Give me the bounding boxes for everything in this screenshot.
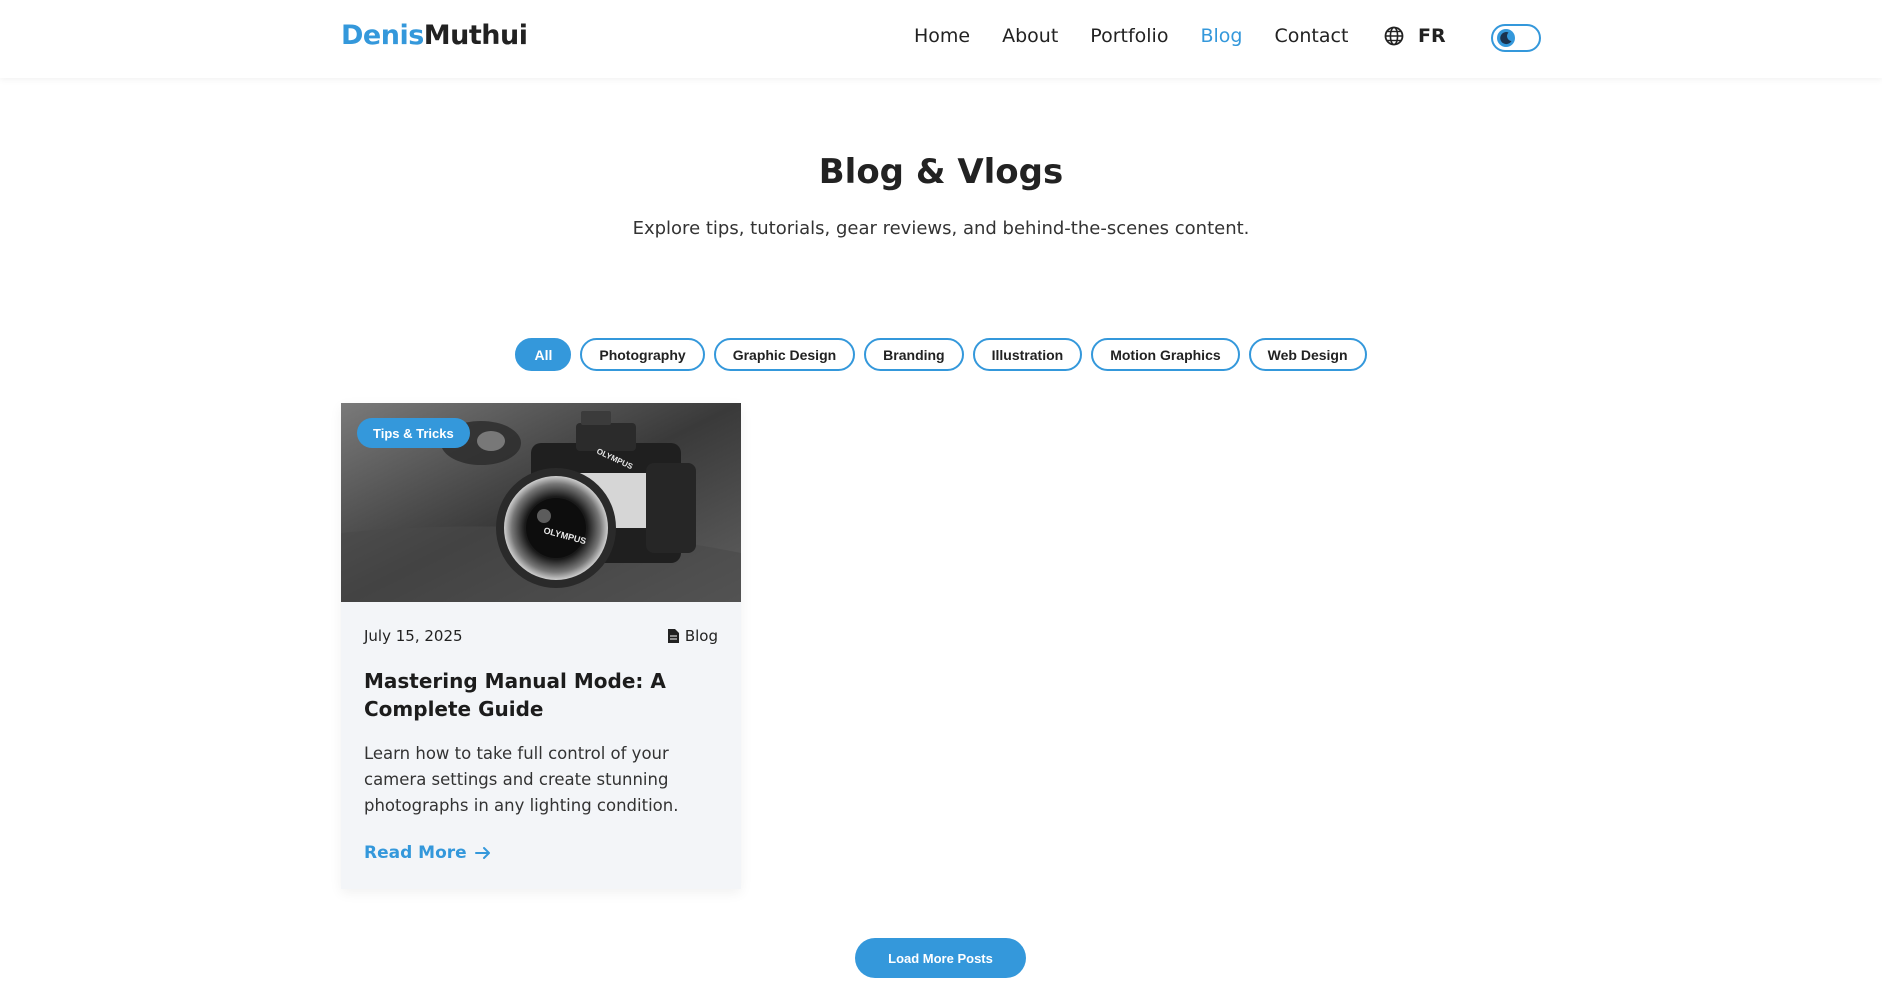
post-category-tag[interactable]: Tips & Tricks [357, 418, 470, 448]
site-logo[interactable]: DenisMuthui [341, 20, 528, 51]
main-nav: Home About Portfolio Blog Contact [914, 25, 1380, 47]
globe-icon [1384, 26, 1404, 46]
site-header: DenisMuthui Home About Portfolio Blog Co… [0, 0, 1882, 78]
filter-graphic-design[interactable]: Graphic Design [713, 338, 856, 371]
nav-contact[interactable]: Contact [1274, 25, 1348, 47]
filter-all[interactable]: All [515, 338, 572, 371]
post-excerpt: Learn how to take full control of your c… [364, 744, 679, 815]
nav-about[interactable]: About [1002, 25, 1058, 47]
language-label: FR [1418, 25, 1446, 47]
language-switcher[interactable]: FR [1384, 25, 1446, 47]
moon-icon [1497, 29, 1515, 47]
load-more-button[interactable]: Load More Posts [855, 938, 1026, 978]
logo-first-name: Denis [341, 20, 424, 51]
nav-blog[interactable]: Blog [1200, 25, 1242, 47]
filter-branding[interactable]: Branding [864, 338, 964, 371]
page-subtitle: Explore tips, tutorials, gear reviews, a… [632, 218, 1250, 239]
read-more-label: Read More [364, 843, 467, 863]
theme-toggle[interactable] [1491, 24, 1541, 52]
post-image[interactable]: OLYMPUS OLYMPUS Tips & Tricks [341, 403, 741, 602]
filter-web-design[interactable]: Web Design [1248, 338, 1367, 371]
nav-home[interactable]: Home [914, 25, 970, 47]
post-title[interactable]: Mastering Manual Mode: A Complete Guide [364, 667, 718, 723]
category-filters: All Photography Graphic Design Branding … [0, 338, 1882, 371]
filter-photography[interactable]: Photography [580, 338, 705, 371]
nav-portfolio[interactable]: Portfolio [1090, 25, 1168, 47]
read-more-link[interactable]: Read More [364, 843, 491, 863]
logo-last-name: Muthui [423, 20, 528, 51]
page-title: Blog & Vlogs [818, 152, 1064, 192]
file-icon [667, 629, 679, 643]
blog-post-card[interactable]: OLYMPUS OLYMPUS Tips & Tricks July 15, 2… [341, 403, 741, 889]
post-type-label: Blog [684, 627, 718, 645]
filter-illustration[interactable]: Illustration [972, 338, 1083, 371]
post-type: Blog [667, 627, 718, 645]
post-date: July 15, 2025 [364, 627, 463, 645]
filter-motion-graphics[interactable]: Motion Graphics [1091, 338, 1240, 371]
post-meta: July 15, 2025 Blog [364, 627, 718, 645]
arrow-right-icon [474, 847, 490, 859]
